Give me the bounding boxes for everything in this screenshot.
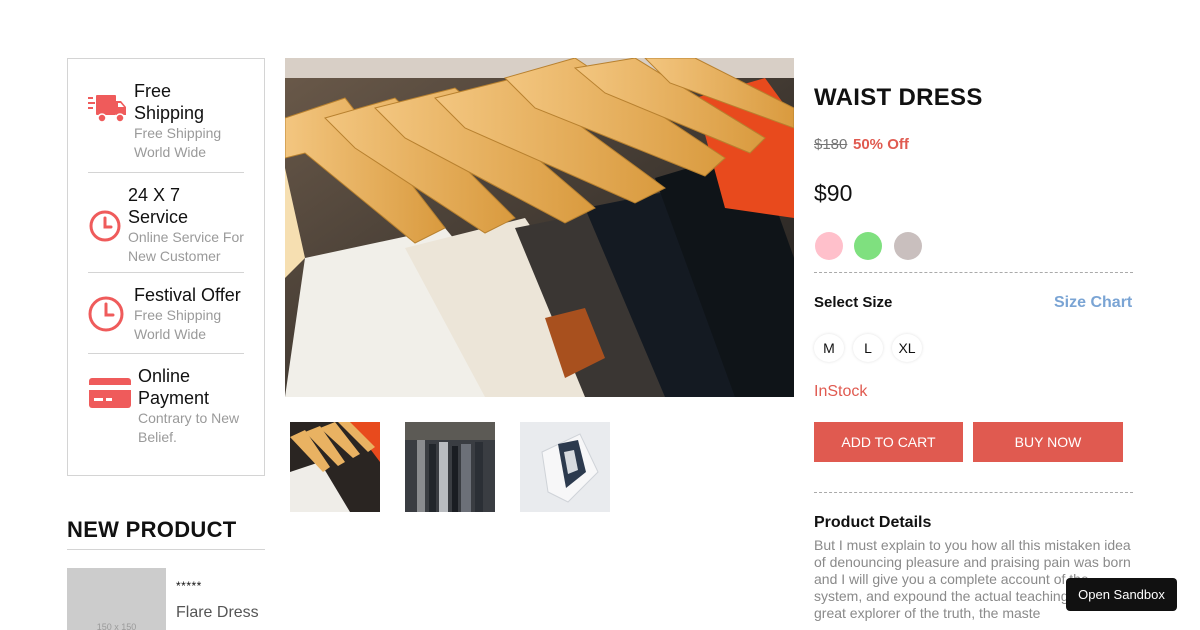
features-box: Free Shipping Free Shipping World Wide 2… [67, 58, 265, 476]
size-option-m[interactable]: M [814, 334, 844, 362]
select-size-label: Select Size [814, 294, 893, 311]
feature-description: Online Service For New Customer [128, 229, 244, 264]
rating-stars: ***** [176, 579, 202, 593]
open-sandbox-button[interactable]: Open Sandbox [1066, 578, 1177, 611]
credit-card-icon [88, 376, 132, 415]
product-thumbnail[interactable] [290, 422, 380, 512]
color-swatch-green[interactable] [854, 232, 882, 260]
thumbnail-placeholder-label: 150 x 150 [96, 622, 137, 630]
product-name: WAIST DRESS [814, 84, 983, 111]
feature-festival-offer: Festival Offer Free Shipping World Wide [88, 273, 244, 354]
feature-text: Online Payment Contrary to New Belief. [138, 365, 244, 447]
feature-title: Online Payment [138, 366, 210, 408]
feature-24x7-service: 24 X 7 Service Online Service For New Cu… [88, 173, 244, 273]
divider [814, 272, 1133, 273]
clock-icon [88, 209, 122, 248]
new-product-name[interactable]: Flare Dress [176, 604, 259, 622]
feature-description: Free Shipping World Wide [134, 307, 222, 342]
buy-now-button[interactable]: BUY NOW [973, 422, 1123, 462]
feature-free-shipping: Free Shipping Free Shipping World Wide [88, 59, 244, 173]
main-product-image [285, 58, 794, 397]
product-thumbnail[interactable] [405, 422, 495, 512]
product-details-heading: Product Details [814, 514, 932, 531]
current-price: $90 [814, 180, 853, 206]
feature-text: 24 X 7 Service Online Service For New Cu… [128, 184, 244, 266]
feature-title: Free Shipping [134, 81, 205, 123]
new-product-heading: NEW PRODUCT [67, 517, 265, 550]
product-thumbnail[interactable] [520, 422, 610, 512]
divider [814, 492, 1133, 493]
size-chart-link[interactable]: Size Chart [1054, 294, 1132, 312]
feature-title: Festival Offer [134, 285, 241, 305]
feature-description: Free Shipping World Wide [134, 125, 222, 160]
size-option-l[interactable]: L [853, 334, 883, 362]
discount-label: 50% Off [853, 136, 909, 153]
original-price: $180 [814, 136, 848, 153]
new-product-thumbnail[interactable]: 150 x 150 [67, 568, 166, 630]
feature-online-payment: Online Payment Contrary to New Belief. [88, 354, 244, 447]
clock-icon [88, 296, 128, 337]
add-to-cart-button[interactable]: ADD TO CART [814, 422, 963, 462]
truck-icon [88, 93, 128, 130]
feature-title: 24 X 7 Service [128, 185, 189, 227]
feature-text: Festival Offer Free Shipping World Wide [134, 284, 244, 344]
stock-status: InStock [814, 383, 868, 400]
feature-text: Free Shipping Free Shipping World Wide [134, 80, 244, 162]
size-option-xl[interactable]: XL [892, 334, 922, 362]
color-swatch-pink[interactable] [815, 232, 843, 260]
color-swatch-taupe[interactable] [894, 232, 922, 260]
feature-description: Contrary to New Belief. [138, 410, 240, 445]
